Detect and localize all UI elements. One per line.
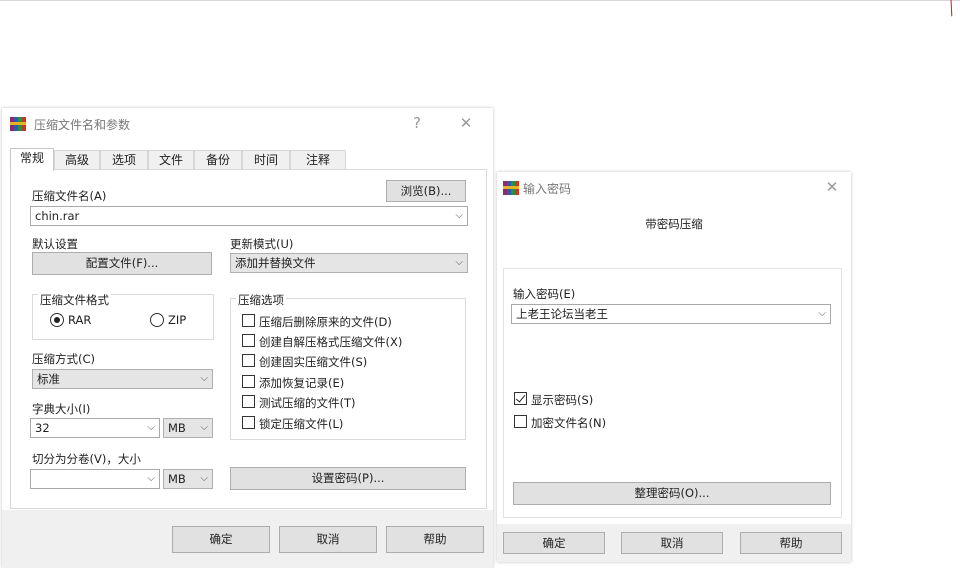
tab-backup[interactable]: 备份 bbox=[194, 150, 242, 170]
archive-dialog-title: 压缩文件名和参数 bbox=[34, 118, 131, 132]
dict-unit-select[interactable]: MB ⌵ bbox=[163, 418, 213, 438]
method-value: 标准 bbox=[37, 372, 60, 386]
update-mode-select[interactable]: 添加并替换文件 ⌵ bbox=[230, 253, 468, 273]
chevron-down-icon: ⌵ bbox=[455, 210, 463, 221]
browse-button[interactable]: 浏览(B)... bbox=[386, 180, 466, 202]
tab-strip: 常规 高级 选项 文件 备份 时间 注释 bbox=[10, 148, 350, 171]
winrar-icon bbox=[503, 181, 519, 195]
split-unit-select[interactable]: MB ⌵ bbox=[163, 469, 213, 489]
delete-after-checkbox[interactable] bbox=[242, 314, 255, 327]
lock-archive-label: 锁定压缩文件(L) bbox=[259, 417, 344, 431]
cancel-button[interactable]: 取消 bbox=[621, 532, 723, 554]
chevron-down-icon: ⌵ bbox=[147, 473, 155, 484]
password-input[interactable]: 上老王论坛当老王 ⌵ bbox=[511, 304, 831, 324]
profiles-button[interactable]: 配置文件(F)... bbox=[32, 252, 212, 275]
close-icon[interactable]: ✕ bbox=[455, 113, 477, 133]
ok-button[interactable]: 确定 bbox=[503, 532, 605, 554]
tab-time[interactable]: 时间 bbox=[242, 150, 290, 170]
password-dialog-titlebar: 输入密码 ✕ bbox=[497, 172, 851, 202]
sfx-label: 创建自解压格式压缩文件(X) bbox=[259, 335, 403, 349]
tab-files[interactable]: 文件 bbox=[148, 150, 194, 170]
password-dialog-title: 输入密码 bbox=[523, 182, 572, 196]
update-mode-value: 添加并替换文件 bbox=[235, 256, 316, 270]
password-value: 上老王论坛当老王 bbox=[516, 307, 608, 321]
format-zip-radio[interactable] bbox=[150, 313, 164, 327]
chevron-down-icon: ⌵ bbox=[147, 422, 155, 433]
corner-mark: ╱ bbox=[944, 0, 960, 17]
default-settings-label: 默认设置 bbox=[32, 237, 78, 251]
archive-name-value: chin.rar bbox=[35, 209, 80, 223]
dict-unit-value: MB bbox=[168, 421, 186, 435]
tab-options[interactable]: 选项 bbox=[100, 150, 148, 170]
password-heading: 带密码压缩 bbox=[645, 217, 703, 231]
recovery-record-checkbox[interactable] bbox=[242, 375, 255, 388]
method-label: 压缩方式(C) bbox=[32, 352, 96, 366]
solid-label: 创建固实压缩文件(S) bbox=[259, 355, 368, 369]
chevron-down-icon: ⌵ bbox=[200, 422, 208, 433]
show-password-label: 显示密码(S) bbox=[531, 393, 594, 407]
archive-name-input[interactable]: chin.rar ⌵ bbox=[30, 206, 468, 226]
dict-size-label: 字典大小(I) bbox=[32, 402, 91, 416]
winrar-icon bbox=[10, 117, 26, 131]
chevron-down-icon: ⌵ bbox=[200, 373, 208, 384]
sfx-checkbox[interactable] bbox=[242, 334, 255, 347]
password-dialog-footer: 确定 取消 帮助 bbox=[497, 524, 851, 562]
organize-passwords-button[interactable]: 整理密码(O)... bbox=[513, 482, 831, 505]
format-group-label: 压缩文件格式 bbox=[38, 292, 111, 308]
password-label: 输入密码(E) bbox=[513, 287, 576, 301]
format-zip-label: ZIP bbox=[168, 313, 187, 327]
cancel-button[interactable]: 取消 bbox=[279, 526, 377, 553]
test-files-label: 测试压缩的文件(T) bbox=[259, 396, 356, 410]
split-size-input[interactable]: ⌵ bbox=[30, 469, 160, 489]
tab-comment[interactable]: 注释 bbox=[290, 150, 346, 170]
split-unit-value: MB bbox=[168, 472, 186, 486]
chevron-down-icon: ⌵ bbox=[455, 257, 463, 268]
close-icon[interactable]: ✕ bbox=[821, 177, 843, 197]
dict-size-input[interactable]: 32 ⌵ bbox=[30, 418, 160, 438]
recovery-record-label: 添加恢复记录(E) bbox=[259, 376, 345, 390]
lock-archive-checkbox[interactable] bbox=[242, 416, 255, 429]
dict-size-value: 32 bbox=[35, 421, 50, 435]
chevron-down-icon: ⌵ bbox=[818, 308, 826, 319]
update-mode-label: 更新模式(U) bbox=[230, 237, 294, 251]
encrypt-names-label: 加密文件名(N) bbox=[531, 416, 607, 430]
help-button[interactable]: 帮助 bbox=[740, 532, 842, 554]
archive-dialog-footer: 确定 取消 帮助 bbox=[2, 510, 493, 568]
archive-dialog-titlebar: 压缩文件名和参数 ? ✕ bbox=[2, 108, 493, 138]
test-files-checkbox[interactable] bbox=[242, 395, 255, 408]
archive-dialog: 压缩文件名和参数 ? ✕ 常规 高级 选项 文件 备份 时间 注释 压缩文件名(… bbox=[2, 108, 493, 568]
options-group-label: 压缩选项 bbox=[236, 292, 286, 308]
solid-checkbox[interactable] bbox=[242, 354, 255, 367]
help-icon[interactable]: ? bbox=[406, 113, 428, 133]
show-password-checkbox[interactable] bbox=[514, 392, 527, 405]
encrypt-names-checkbox[interactable] bbox=[514, 415, 527, 428]
format-rar-label: RAR bbox=[68, 313, 92, 327]
help-button[interactable]: 帮助 bbox=[386, 526, 484, 553]
delete-after-label: 压缩后删除原来的文件(D) bbox=[259, 315, 392, 329]
password-dialog: 输入密码 ✕ 带密码压缩 输入密码(E) 上老王论坛当老王 ⌵ 显示密码(S) … bbox=[497, 172, 851, 562]
chevron-down-icon: ⌵ bbox=[200, 473, 208, 484]
set-password-button[interactable]: 设置密码(P)... bbox=[230, 467, 466, 490]
split-label: 切分为分卷(V)，大小 bbox=[32, 452, 141, 466]
ok-button[interactable]: 确定 bbox=[172, 526, 270, 553]
archive-name-label: 压缩文件名(A) bbox=[32, 189, 107, 203]
format-rar-radio[interactable] bbox=[50, 313, 64, 327]
top-border-line bbox=[0, 0, 960, 1]
method-select[interactable]: 标准 ⌵ bbox=[32, 369, 213, 389]
tab-general[interactable]: 常规 bbox=[10, 148, 54, 171]
tab-advanced[interactable]: 高级 bbox=[54, 150, 100, 170]
